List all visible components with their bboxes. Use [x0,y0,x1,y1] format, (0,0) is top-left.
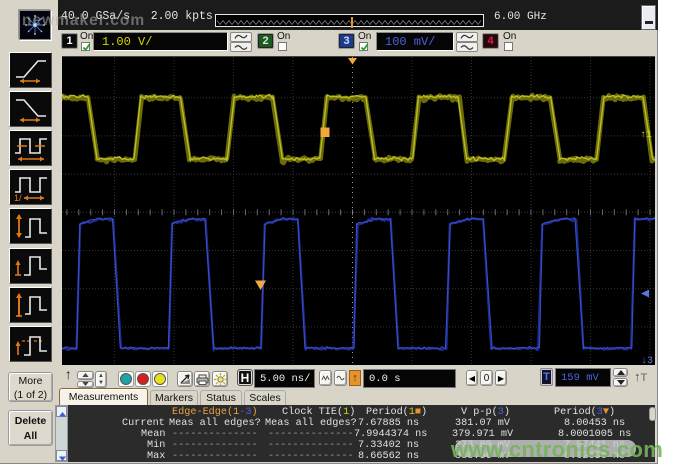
svg-text:1/: 1/ [14,193,22,202]
svg-text:↓3: ↓3 [641,356,653,365]
svg-text:↑1: ↑1 [640,130,652,141]
